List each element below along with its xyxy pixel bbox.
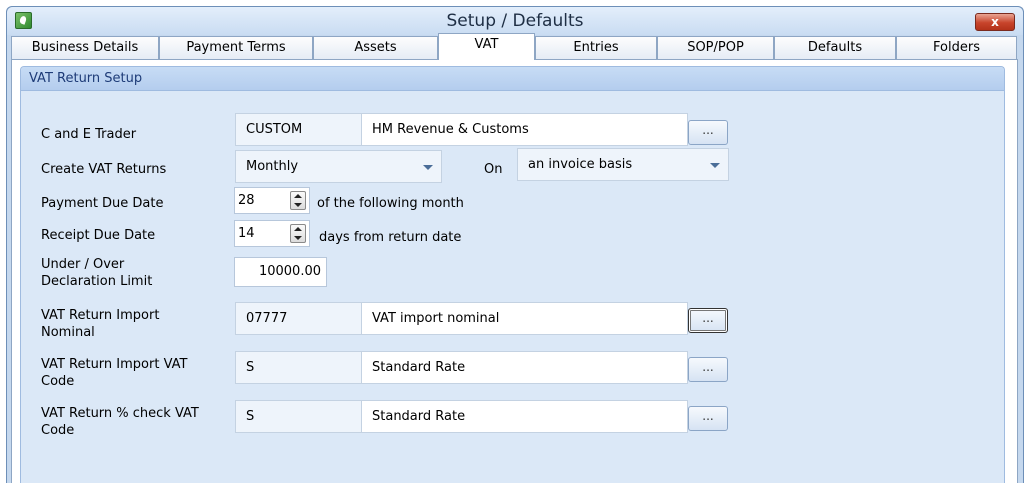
trader-code-field[interactable]: CUSTOM [235, 113, 362, 146]
receipt-due-spinner[interactable]: 14 [234, 220, 310, 247]
tab-entries[interactable]: Entries [535, 36, 657, 60]
check-vat-code-label-line2: Code [41, 423, 75, 438]
check-vat-code-lookup-button[interactable]: ... [688, 406, 728, 431]
basis-value: an invoice basis [528, 157, 633, 172]
vat-return-setup-group: VAT Return Setup C and E Trader CUSTOM H… [20, 66, 1005, 483]
tab-business-details[interactable]: Business Details [11, 36, 159, 60]
create-returns-label: Create VAT Returns [41, 162, 167, 177]
spinner-arrows-icon[interactable] [290, 224, 306, 243]
tab-payment-terms[interactable]: Payment Terms [159, 36, 313, 60]
basis-select[interactable]: an invoice basis [517, 148, 729, 181]
declaration-limit-input[interactable]: 10000.00 [234, 257, 327, 287]
import-nominal-label-line2: Nominal [41, 325, 95, 340]
check-vat-code-field[interactable]: S [235, 400, 362, 433]
window-title: Setup / Defaults [446, 11, 584, 31]
vat-tab-panel: VAT Return Setup C and E Trader CUSTOM H… [11, 59, 1018, 483]
import-vat-code-label-line2: Code [41, 374, 75, 389]
import-vat-code-label: VAT Return Import VAT Code [41, 356, 187, 390]
tab-vat[interactable]: VAT [438, 33, 535, 60]
check-vat-code-label-line1: VAT Return % check VAT [41, 406, 199, 421]
tab-assets[interactable]: Assets [313, 36, 438, 60]
chevron-down-icon [710, 163, 720, 168]
import-nominal-code-field[interactable]: 07777 [235, 302, 362, 335]
declaration-limit-label-line2: Declaration Limit [41, 274, 153, 289]
import-nominal-name-field: VAT import nominal [361, 302, 688, 335]
group-title: VAT Return Setup [21, 67, 1004, 91]
payment-due-value: 28 [238, 193, 255, 208]
setup-defaults-window: Setup / Defaults x Business Details Paym… [6, 6, 1024, 483]
trader-lookup-button[interactable]: ... [688, 120, 728, 145]
trader-name-field: HM Revenue & Customs [361, 113, 688, 146]
import-nominal-label: VAT Return Import Nominal [41, 307, 159, 341]
title-bar: Setup / Defaults x [7, 7, 1023, 35]
receipt-due-label: Receipt Due Date [41, 228, 156, 243]
check-vat-code-label: VAT Return % check VAT Code [41, 405, 199, 439]
return-frequency-value: Monthly [246, 159, 299, 174]
payment-due-spinner[interactable]: 28 [234, 187, 310, 214]
check-vat-code-name-field: Standard Rate [361, 400, 688, 433]
tab-sop-pop[interactable]: SOP/POP [657, 36, 774, 60]
receipt-due-suffix: days from return date [319, 230, 462, 245]
import-vat-code-field[interactable]: S [235, 351, 362, 384]
tab-folders[interactable]: Folders [896, 36, 1017, 60]
spinner-arrows-icon[interactable] [290, 191, 306, 210]
declaration-limit-label: Under / Over Declaration Limit [41, 256, 152, 290]
on-label: On [484, 162, 503, 177]
import-nominal-label-line1: VAT Return Import [41, 308, 160, 323]
payment-due-label: Payment Due Date [41, 196, 164, 211]
import-nominal-lookup-button[interactable]: ... [688, 308, 728, 333]
chevron-down-icon [423, 165, 433, 170]
close-button[interactable]: x [975, 13, 1015, 31]
import-vat-code-lookup-button[interactable]: ... [688, 357, 728, 382]
import-vat-code-name-field: Standard Rate [361, 351, 688, 384]
return-frequency-select[interactable]: Monthly [235, 150, 442, 183]
declaration-limit-label-line1: Under / Over [41, 257, 125, 272]
receipt-due-value: 14 [238, 226, 255, 241]
import-vat-code-label-line1: VAT Return Import VAT [41, 357, 188, 372]
tab-defaults[interactable]: Defaults [774, 36, 896, 60]
payment-due-suffix: of the following month [317, 196, 464, 211]
trader-label: C and E Trader [41, 127, 137, 142]
close-icon: x [991, 15, 999, 29]
tab-strip: Business Details Payment Terms Assets VA… [11, 33, 1017, 60]
